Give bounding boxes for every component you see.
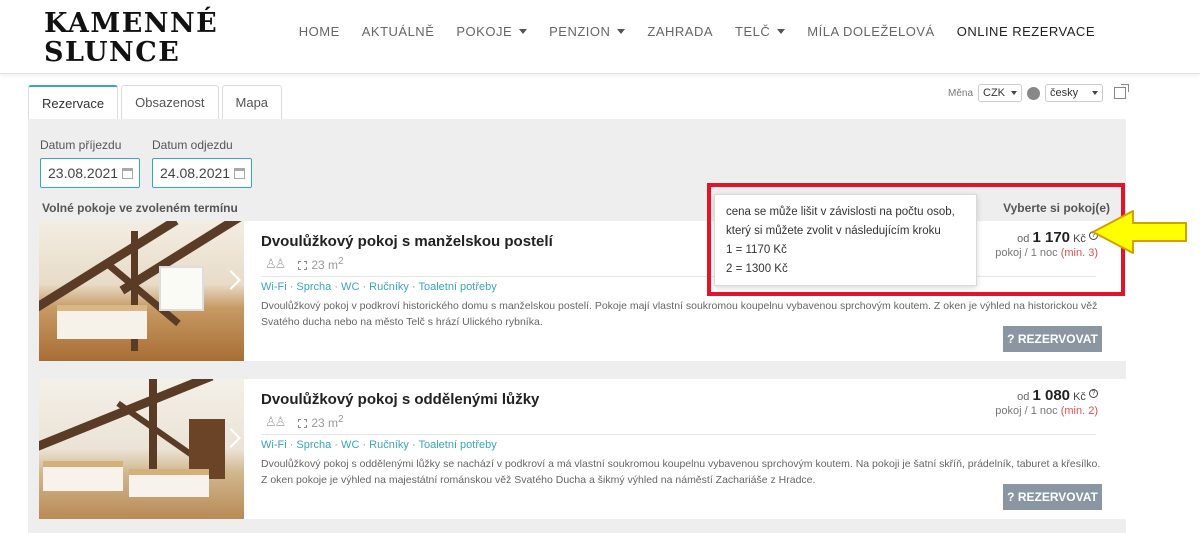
caret-down-icon bbox=[617, 29, 626, 34]
room-area: 23 m2 bbox=[298, 414, 344, 430]
price-amount: 1 080 bbox=[1032, 387, 1071, 404]
calendar-icon bbox=[122, 168, 133, 179]
persons-icon: ♙♙ bbox=[265, 414, 286, 429]
room-description: Dvoulůžkový pokoj s oddělenými lůžky se … bbox=[261, 458, 1101, 486]
room-photo[interactable] bbox=[39, 379, 244, 519]
nav-telc-label: TELČ bbox=[735, 24, 771, 39]
language-select[interactable]: česky bbox=[1045, 84, 1103, 102]
room-area: 23 m2 bbox=[298, 256, 344, 272]
reserve-button-label: REZERVOVAT bbox=[1017, 332, 1098, 346]
currency-select[interactable]: CZK bbox=[978, 84, 1022, 102]
room-meta: ♙♙ 23 m2 bbox=[265, 256, 344, 272]
reserve-button[interactable]: ? REZERVOVAT bbox=[1003, 326, 1102, 352]
caret-down-icon bbox=[777, 29, 786, 34]
external-link-icon[interactable] bbox=[1114, 84, 1129, 99]
currency-value: CZK bbox=[983, 87, 1005, 99]
reserve-button[interactable]: ? REZERVOVAT bbox=[1003, 484, 1102, 510]
free-rooms-label: Volné pokoje ve zvoleném termínu bbox=[42, 201, 238, 215]
nav-home-label: HOME bbox=[298, 24, 340, 39]
departure-date-label: Datum odjezdu bbox=[152, 138, 233, 152]
departure-date-group: Datum odjezdu 24.08.2021 bbox=[152, 138, 252, 188]
area-icon bbox=[298, 261, 308, 270]
currency-label: Měna bbox=[947, 87, 973, 99]
room-area-unit-sup: 2 bbox=[338, 414, 344, 425]
question-icon: ? bbox=[1007, 332, 1018, 346]
logo-line-2: SLUNCE bbox=[44, 37, 181, 68]
annotation-arrow-icon bbox=[1092, 210, 1187, 254]
nav-penzion[interactable]: PENZION bbox=[538, 24, 636, 40]
nav-online-rezervace[interactable]: ONLINE REZERVACE bbox=[946, 24, 1106, 40]
tab-mapa[interactable]: Mapa bbox=[221, 85, 283, 119]
arrival-date-value: 23.08.2021 bbox=[48, 165, 119, 181]
globe-icon bbox=[1027, 86, 1040, 100]
caret-down-icon bbox=[1092, 91, 1098, 95]
nav-pokoje[interactable]: POKOJE bbox=[445, 24, 538, 40]
departure-date-value: 24.08.2021 bbox=[160, 165, 231, 181]
room-meta: ♙♙ 23 m2 bbox=[265, 414, 344, 430]
room-area-value: 23 m bbox=[311, 258, 338, 272]
calendar-icon bbox=[234, 168, 245, 179]
site-header: KAMENNÉ SLUNCE HOME AKTUÁLNĚ POKOJE PENZ… bbox=[0, 0, 1200, 74]
booking-tabs: Rezervace Obsazenost Mapa bbox=[28, 85, 285, 120]
nav-mila-label: MÍLA DOLEŽELOVÁ bbox=[807, 24, 935, 39]
room-description: Dvoulůžkový pokoj v podkroví historickéh… bbox=[261, 300, 1098, 328]
logo-line-1: KAMENNÉ bbox=[44, 8, 219, 39]
nav-mila-dolezelova[interactable]: MÍLA DOLEŽELOVÁ bbox=[796, 24, 945, 40]
nav-aktualne-label: AKTUÁLNĚ bbox=[361, 24, 435, 39]
arrival-date-label: Datum příjezdu bbox=[40, 138, 122, 152]
price-unit: pokoj / 1 noc bbox=[995, 405, 1058, 417]
arrival-date-group: Datum příjezdu 23.08.2021 bbox=[40, 138, 140, 188]
tab-obsazenost[interactable]: Obsazenost bbox=[121, 85, 219, 119]
price-block: od 1 080 Kč ? pokoj / 1 noc (min. 2) bbox=[995, 387, 1098, 417]
room-title[interactable]: Dvoulůžkový pokoj s manželskou postelí bbox=[261, 233, 553, 250]
price-currency: Kč bbox=[1073, 391, 1086, 403]
divider bbox=[261, 434, 1096, 435]
area-icon bbox=[298, 419, 308, 428]
departure-date-input[interactable]: 24.08.2021 bbox=[152, 158, 252, 188]
price-help-icon[interactable]: ? bbox=[1089, 389, 1098, 398]
language-value: česky bbox=[1050, 87, 1079, 99]
nav-pokoje-label: POKOJE bbox=[456, 24, 513, 39]
room-photo[interactable] bbox=[39, 221, 244, 361]
price-from: od bbox=[1017, 391, 1030, 403]
nav-home[interactable]: HOME bbox=[288, 24, 351, 40]
persons-icon: ♙♙ bbox=[265, 256, 286, 271]
room-amenities: Wi-Fi · Sprcha · WC · Ručníky · Toaletní… bbox=[261, 439, 497, 451]
reservation-panel: Datum příjezdu 23.08.2021 Datum odjezdu … bbox=[28, 119, 1126, 533]
annotation-highlight-box bbox=[707, 183, 1125, 296]
room-card: Dvoulůžkový pokoj s oddělenými lůžky ♙♙ … bbox=[39, 379, 1126, 519]
room-area-value: 23 m bbox=[311, 416, 338, 430]
room-amenities: Wi-Fi · Sprcha · WC · Ručníky · Toaletní… bbox=[261, 281, 497, 293]
room-title[interactable]: Dvoulůžkový pokoj s oddělenými lůžky bbox=[261, 391, 539, 408]
min-nights: (min. 2) bbox=[1060, 405, 1098, 417]
arrival-date-input[interactable]: 23.08.2021 bbox=[40, 158, 140, 188]
nav-penzion-label: PENZION bbox=[549, 24, 611, 39]
next-photo-icon[interactable] bbox=[221, 270, 241, 290]
main-nav: HOME AKTUÁLNĚ POKOJE PENZION ZAHRADA TEL… bbox=[288, 24, 1106, 40]
reserve-button-label: REZERVOVAT bbox=[1017, 490, 1098, 504]
nav-zahrada[interactable]: ZAHRADA bbox=[636, 24, 724, 40]
caret-down-icon bbox=[1011, 91, 1017, 95]
currency-language-toolbar: Měna CZK česky bbox=[947, 84, 1129, 102]
tab-rezervace[interactable]: Rezervace bbox=[28, 85, 119, 120]
question-icon: ? bbox=[1007, 490, 1018, 504]
caret-down-icon bbox=[519, 29, 528, 34]
nav-zahrada-label: ZAHRADA bbox=[647, 24, 714, 39]
nav-aktualne[interactable]: AKTUÁLNĚ bbox=[351, 24, 446, 40]
room-area-unit-sup: 2 bbox=[338, 256, 344, 267]
nav-online-label: ONLINE REZERVACE bbox=[956, 24, 1095, 39]
site-logo[interactable]: KAMENNÉ SLUNCE bbox=[44, 9, 218, 67]
nav-telc[interactable]: TELČ bbox=[724, 24, 796, 40]
